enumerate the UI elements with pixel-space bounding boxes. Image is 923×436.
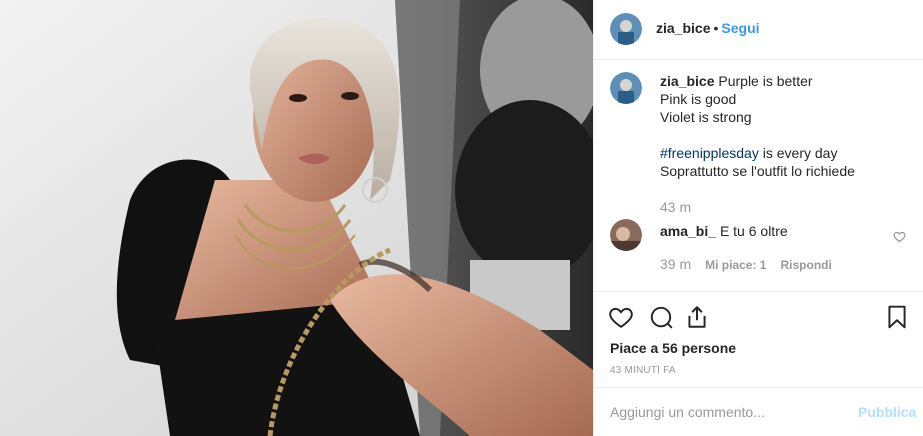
commenter-avatar[interactable] bbox=[610, 219, 642, 251]
header-separator: • bbox=[713, 20, 719, 36]
caption-hashtag-line: #freenipplesday is every day bbox=[660, 144, 910, 162]
publish-button[interactable]: Pubblica bbox=[858, 404, 916, 420]
bookmark-icon[interactable] bbox=[884, 304, 910, 330]
hashtag-link[interactable]: #freenipplesday bbox=[660, 145, 759, 161]
caption-avatar[interactable] bbox=[610, 72, 642, 104]
comment-likes[interactable]: Mi piace: 1 bbox=[705, 258, 766, 272]
likes-count[interactable]: Piace a 56 persone bbox=[610, 339, 736, 357]
comment-text-line: ama_bi_ E tu 6 oltre bbox=[660, 222, 788, 240]
post-timestamp[interactable]: 43 MINUTI FA bbox=[610, 365, 676, 377]
caption-first-line: zia_bice Purple is better bbox=[660, 72, 910, 90]
comment-icon[interactable] bbox=[648, 304, 674, 330]
selfie-photo-illustration bbox=[0, 0, 593, 436]
reply-button[interactable]: Rispondi bbox=[780, 258, 831, 272]
author-avatar[interactable] bbox=[610, 13, 642, 45]
caption-last-line: Soprattutto se l'outfit lo richiede bbox=[660, 163, 855, 179]
caption-line-3: Violet is strong bbox=[660, 109, 752, 125]
caption-line-2: Pink is good bbox=[660, 91, 737, 107]
post-side-panel: zia_bice • Segui zia_bice Purple is better… bbox=[593, 0, 923, 436]
commenter-username[interactable]: ama_bi_ bbox=[660, 223, 716, 239]
caption-username[interactable]: zia_bice bbox=[660, 73, 714, 89]
small-heart-icon[interactable] bbox=[893, 230, 906, 243]
hashtag-rest: is every day bbox=[758, 145, 838, 161]
caption-body: zia_bice Purple is better Pink is good V… bbox=[660, 72, 910, 180]
author-username[interactable]: zia_bice bbox=[656, 20, 710, 36]
post-photo[interactable] bbox=[0, 0, 593, 436]
share-icon[interactable] bbox=[684, 304, 710, 330]
caption-time[interactable]: 43 m bbox=[660, 198, 691, 216]
caption-gap bbox=[660, 126, 910, 144]
heart-icon[interactable] bbox=[608, 304, 634, 330]
comment-item: ama_bi_ E tu 6 oltre 39 m Mi piace: 1 Risp… bbox=[610, 219, 910, 279]
post-header: zia_bice • Segui bbox=[594, 0, 923, 60]
follow-button[interactable]: Segui bbox=[721, 20, 759, 36]
instagram-post: zia_bice • Segui zia_bice Purple is better… bbox=[0, 0, 923, 436]
add-comment-bar: Pubblica bbox=[594, 387, 923, 436]
comment-meta: 39 m Mi piace: 1 Rispondi bbox=[660, 256, 846, 273]
comment-time[interactable]: 39 m bbox=[660, 256, 691, 272]
caption-line-1: Purple is better bbox=[718, 73, 813, 89]
comment-input[interactable] bbox=[610, 402, 840, 422]
comment-text: E tu 6 oltre bbox=[719, 223, 788, 239]
header-text: zia_bice • Segui bbox=[656, 19, 760, 37]
